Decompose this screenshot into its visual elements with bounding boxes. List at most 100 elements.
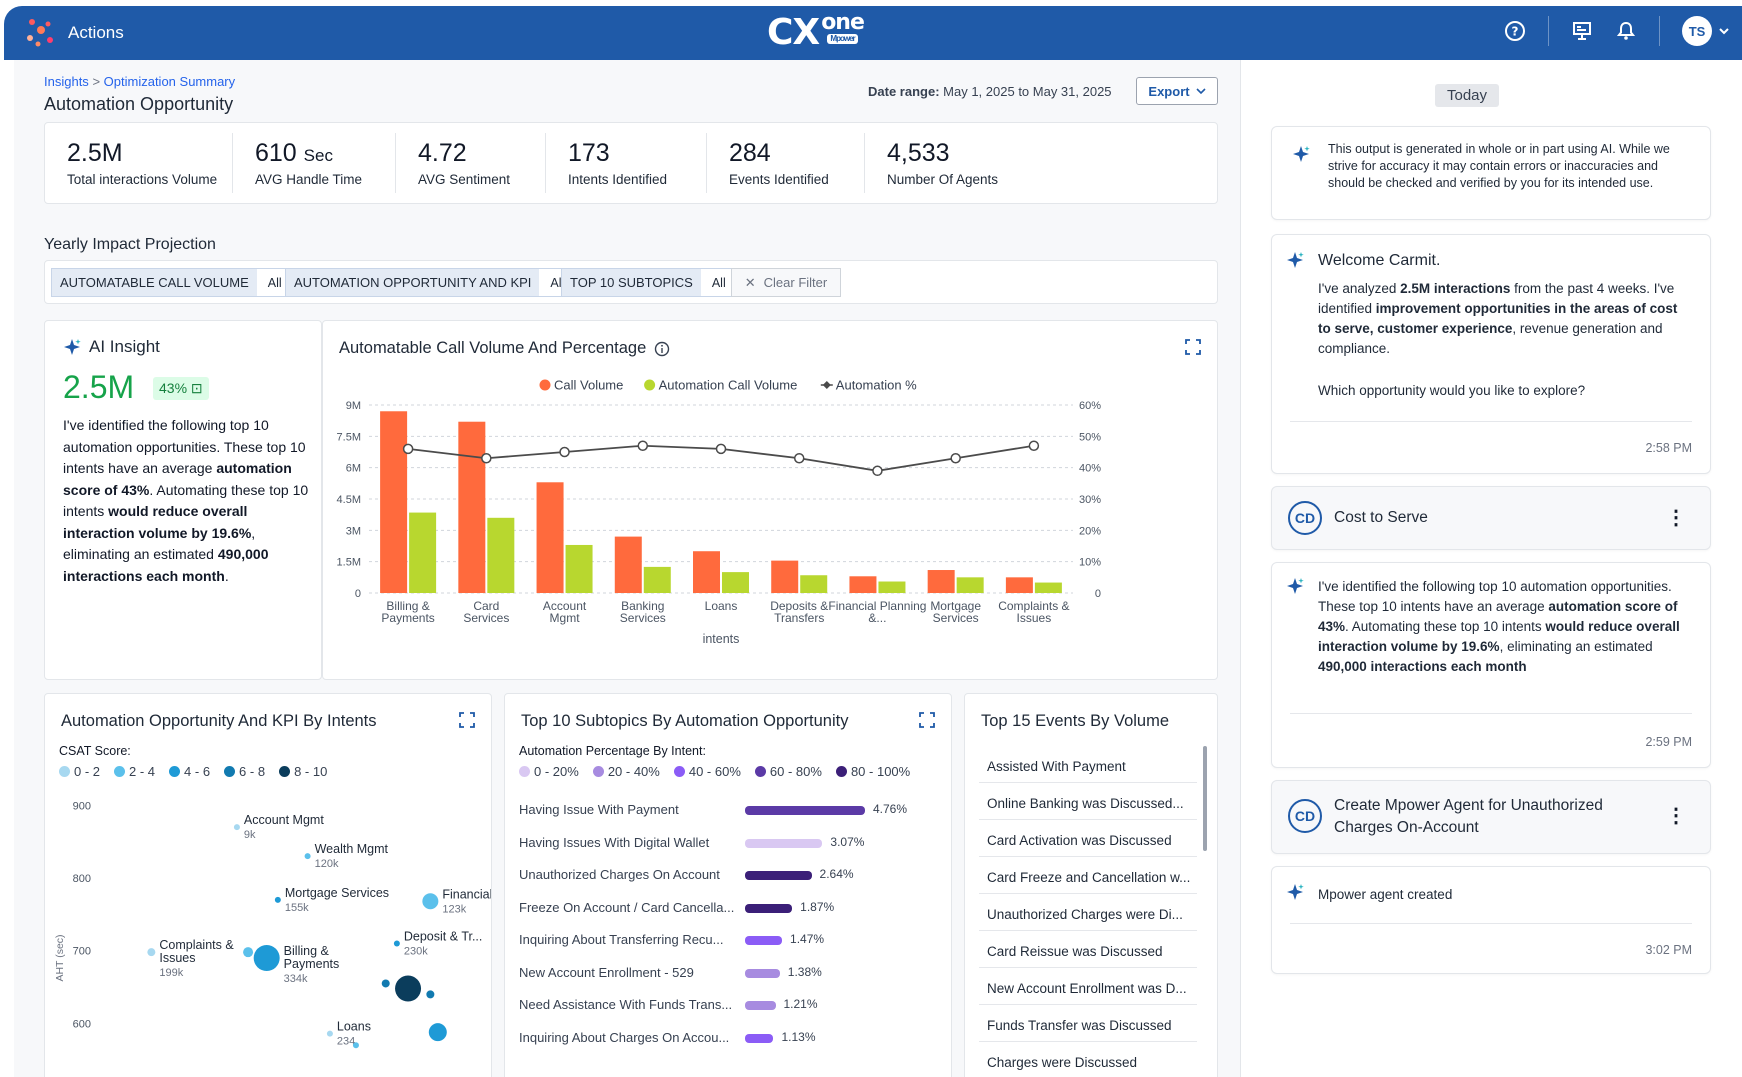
filter-label: AUTOMATABLE CALL VOLUME [52, 269, 258, 296]
y2-tick-label: 50% [1079, 431, 1101, 443]
legend-item[interactable]: 80 - 100% [835, 764, 911, 779]
export-button[interactable]: Export [1136, 77, 1218, 105]
legend-item[interactable]: 0 - 2 [59, 764, 100, 779]
filter-automatable-call-volume[interactable]: AUTOMATABLE CALL VOLUME All ⌄ [51, 268, 307, 297]
actions-label: Actions [68, 23, 124, 42]
more-icon[interactable]: ⋮ [1666, 803, 1686, 828]
clear-filter-button[interactable]: ✕ Clear Filter [731, 268, 841, 297]
event-item[interactable]: Assisted With Payment [979, 746, 1197, 783]
event-item[interactable]: Card Activation was Discussed [979, 820, 1197, 857]
subtopic-row[interactable]: Having Issue With Payment 4.76% [519, 800, 939, 820]
logo-one: one Mpower [821, 12, 865, 44]
option-cost-to-serve[interactable]: CD Cost to Serve ⋮ [1271, 486, 1711, 550]
legend-item: Automation Call Volume [644, 378, 797, 393]
ai-insight-value: 2.5M [63, 369, 135, 405]
legend-item[interactable]: 20 - 40% [592, 764, 660, 779]
bar [927, 570, 955, 593]
agent-created-card: Mpower agent created 3:02 PM [1271, 866, 1711, 974]
event-item[interactable]: Card Freeze and Cancellation w... [979, 857, 1197, 894]
subtopic-row[interactable]: Need Assistance With Funds Trans... 1.21% [519, 995, 939, 1015]
expand-icon[interactable] [459, 712, 475, 728]
app-window: Actions CX one Mpower ? TS Insights > Op [4, 6, 1742, 1077]
robot-icon: ⊡ [190, 380, 203, 396]
filter-top-10-subtopics[interactable]: TOP 10 SUBTOPICS All ⌄ [561, 268, 751, 297]
x-tick-line: Issues [1017, 611, 1052, 625]
event-item[interactable]: Unauthorized Charges were Di... [979, 894, 1197, 931]
filter-value-text: All [267, 275, 282, 290]
top-subtopics-card: Top 10 Subtopics By Automation Opportuni… [504, 693, 952, 1077]
legend-label: 8 - 10 [294, 764, 328, 779]
txt-bold: 2.5M interactions [1400, 281, 1511, 296]
legend-item[interactable]: 40 - 60% [673, 764, 741, 779]
legend-item[interactable]: 6 - 8 [224, 764, 265, 779]
presentation-icon[interactable] [1571, 20, 1593, 42]
subtopic-row[interactable]: Freeze On Account / Card Cancella... 1.87… [519, 898, 939, 918]
option-create-agent[interactable]: CD Create Mpower Agent for Unauthorized … [1271, 780, 1711, 854]
sparkle-icon [1287, 578, 1304, 594]
subtopic-row[interactable]: Having Issues With Digital Wallet 3.07% [519, 833, 939, 853]
subtopic-row[interactable]: Unauthorized Charges On Account 2.64% [519, 865, 939, 885]
kpi-value: 610 [255, 139, 297, 167]
automation-kpi-scatter: 500600700800900AHT (sec)Account Mgmt9kWe… [54, 800, 491, 1049]
legend-label: 80 - 100% [850, 764, 911, 779]
bar [458, 421, 486, 593]
y-tick-label: 900 [73, 800, 91, 812]
x-tick-label: Deposits & Transfers [770, 599, 828, 625]
subtopic-row[interactable]: Inquiring About Charges On Accou... 1.13% [519, 1028, 939, 1048]
user-menu[interactable]: TS [1682, 16, 1730, 46]
subtopic-name: Freeze On Account / Card Cancella... [519, 899, 735, 915]
event-item[interactable]: New Account Enrollment was D... [979, 968, 1197, 1005]
bar [1034, 582, 1062, 593]
help-icon[interactable]: ? [1504, 20, 1526, 42]
cd-avatar: CD [1288, 799, 1322, 833]
legend-item[interactable]: 0 - 20% [519, 764, 579, 779]
bar [849, 576, 877, 593]
breadcrumb-insights[interactable]: Insights [44, 74, 89, 89]
y-tick-label: 9M [346, 400, 361, 412]
y-tick-label: 700 [73, 946, 91, 958]
subtopic-value: 4.76% [873, 802, 908, 816]
bar [956, 577, 984, 593]
scrollbar[interactable] [1203, 746, 1207, 851]
cd-avatar: CD [1288, 501, 1322, 535]
y-tick-label: 0 [355, 588, 361, 600]
event-item[interactable]: Charges were Discussed [979, 1042, 1197, 1077]
subtopic-bar [745, 968, 780, 978]
legend-item[interactable]: 8 - 10 [279, 764, 327, 779]
event-item[interactable]: Card Reissue was Discussed [979, 931, 1197, 968]
legend-item[interactable]: 2 - 4 [114, 764, 155, 779]
legend-swatch [169, 766, 181, 777]
kpi-avg-handle-time: 610 Sec AVG Handle Time [233, 133, 396, 193]
chart-title: Automation Opportunity And KPI By Intent… [61, 712, 377, 730]
kpi-unit: Sec [303, 146, 333, 165]
kpi-value: 173 [568, 139, 610, 167]
actions-menu[interactable]: Actions [24, 16, 124, 50]
legend-item[interactable]: 60 - 80% [754, 764, 822, 779]
event-item[interactable]: Funds Transfer was Discussed [979, 1005, 1197, 1042]
expand-icon[interactable] [919, 712, 935, 728]
subtopic-row[interactable]: Inquiring About Transferring Recu... 1.47… [519, 930, 939, 950]
legend-item[interactable]: 4 - 6 [169, 764, 210, 779]
option-label: Create Mpower Agent for Unauthorized Cha… [1334, 797, 1603, 836]
x-tick-label: Card Services [463, 599, 509, 625]
point-label-line: Complaints & [159, 938, 234, 952]
x-tick-line: Payments [381, 611, 434, 625]
event-item[interactable]: Online Banking was Discussed... [979, 783, 1197, 820]
legend-swatch [59, 766, 70, 777]
bell-icon[interactable] [1615, 20, 1637, 42]
breadcrumb-current[interactable]: Optimization Summary [104, 74, 235, 89]
more-icon[interactable]: ⋮ [1666, 505, 1686, 530]
filter-automation-opportunity-kpi[interactable]: AUTOMATION OPPORTUNITY AND KPI All ⌄ [285, 268, 590, 297]
filter-bar: AUTOMATABLE CALL VOLUME All ⌄ AUTOMATION… [44, 260, 1218, 304]
subtopic-name: Inquiring About Charges On Accou... [519, 1029, 730, 1045]
y2-tick-label: 20% [1079, 525, 1101, 537]
kpi-label: Total interactions Volume [67, 172, 218, 187]
x-tick-label: Mortgage Services [930, 599, 981, 625]
kpi-value: 4,533 [887, 139, 950, 167]
timestamp: 3:02 PM [1645, 943, 1692, 957]
response-text: I've identified the following top 10 aut… [1318, 577, 1684, 677]
divider [1548, 16, 1549, 46]
point-label: Account Mgmt [244, 813, 324, 827]
legend-swatch [754, 766, 766, 777]
subtopic-row[interactable]: New Account Enrollment - 529 1.38% [519, 963, 939, 983]
